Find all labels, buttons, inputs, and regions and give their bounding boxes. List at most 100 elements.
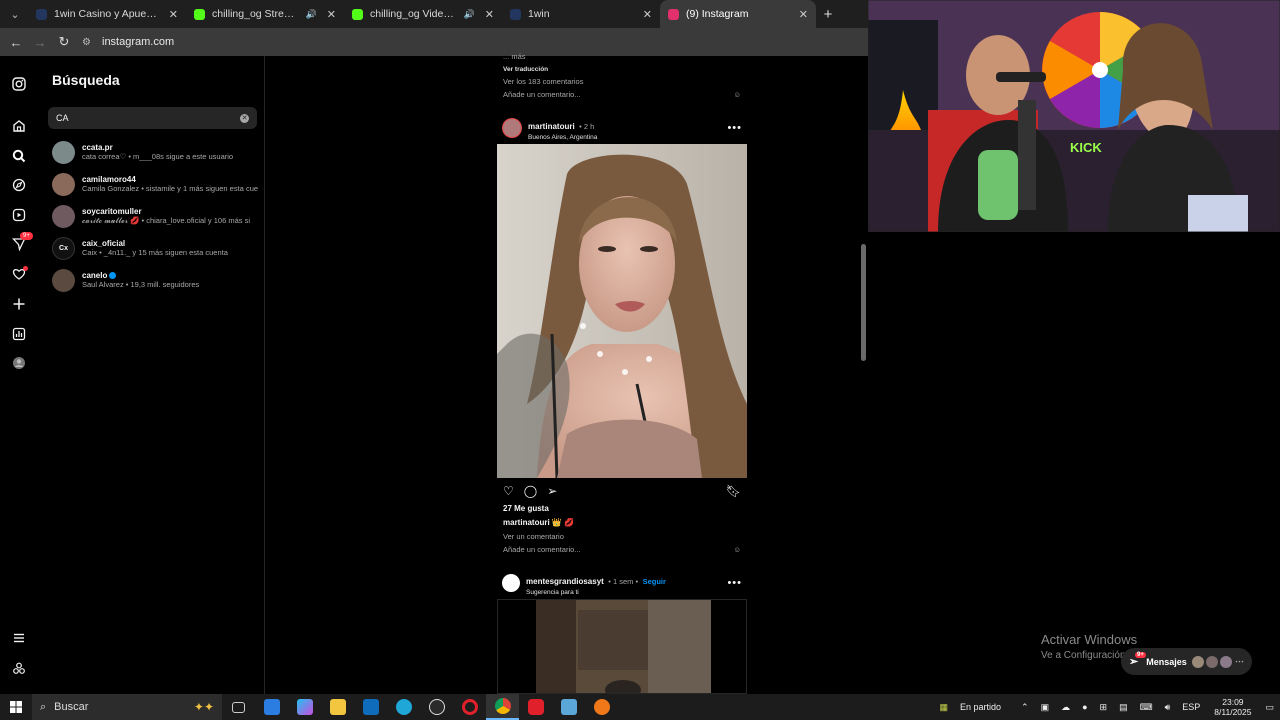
share-icon[interactable]: ➢ — [547, 484, 557, 498]
view-comments-link[interactable]: Ver un comentario — [503, 532, 564, 541]
explore-compass-icon[interactable] — [11, 177, 27, 193]
reload-icon[interactable]: ↻ — [52, 34, 76, 50]
messages-popup-button[interactable]: ➢ 9+ Mensajes ⋯ — [1121, 648, 1252, 675]
post-username[interactable]: mentesgrandiosasyt — [526, 577, 604, 586]
more-link[interactable]: ... más — [503, 52, 526, 61]
cloud-icon[interactable]: ☁ — [1061, 702, 1070, 713]
copilot-icon[interactable] — [288, 694, 321, 720]
windows-taskbar: ⌕ Buscar ✦✦ ▦ En partido ⌃ ▣ ☁ ● ⊞ ▤ ⌨ 🔊… — [0, 694, 1280, 720]
comment-icon[interactable]: ◯ — [524, 484, 537, 498]
tab-title: 1win Casino y Apuestas Deport — [54, 8, 159, 20]
more-options-icon[interactable]: ••• — [727, 122, 742, 134]
site-info-icon[interactable]: ⚙ — [82, 37, 96, 48]
volume-icon[interactable]: 🔊︎ — [1165, 702, 1171, 713]
tab-1win-casino[interactable]: 1win Casino y Apuestas Deport ✕ — [28, 0, 186, 28]
avatar[interactable] — [502, 574, 520, 592]
emoji-icon[interactable]: ☺ — [733, 545, 741, 554]
page-scrollbar[interactable] — [858, 56, 868, 694]
search-result[interactable]: camilamoro44 Camila Gonzalez • sistamile… — [52, 171, 262, 197]
reels-icon[interactable] — [11, 207, 27, 223]
threads-icon[interactable] — [11, 660, 27, 676]
taskbar-search-field[interactable]: ⌕ Buscar ✦✦ — [32, 694, 222, 720]
caix-logo-avatar: Cx — [52, 236, 75, 260]
dashboard-icon[interactable] — [11, 326, 27, 342]
post-username[interactable]: martinatouri — [528, 122, 575, 131]
url-field[interactable]: ⚙ instagram.com — [82, 31, 868, 53]
view-comments-link[interactable]: Ver los 183 comentarios — [503, 77, 583, 86]
windows-start-icon[interactable] — [0, 701, 32, 713]
close-tab-icon[interactable]: ✕ — [643, 8, 652, 21]
scrollbar-thumb[interactable] — [861, 244, 866, 361]
instagram-favicon-icon — [668, 8, 679, 20]
network-icon[interactable]: ⌨ — [1140, 702, 1153, 713]
audio-playing-icon[interactable]: 🔊 — [306, 9, 317, 20]
clock-time: 23:09 — [1222, 697, 1244, 707]
close-tab-icon[interactable]: ✕ — [169, 8, 178, 21]
tab-instagram[interactable]: (9) Instagram ✕ — [660, 0, 816, 28]
close-tab-icon[interactable]: ✕ — [327, 8, 336, 21]
instagram-logo-icon[interactable] — [11, 76, 27, 92]
audio-playing-icon[interactable]: 🔊 — [464, 9, 475, 20]
add-comment-field[interactable]: Añade un comentario... ☺ — [503, 545, 741, 554]
search-result[interactable]: ccata.pr cata correa♡ • m___08s sigue a … — [52, 139, 262, 165]
new-tab-icon[interactable]: + — [816, 6, 840, 23]
task-view-icon[interactable] — [222, 694, 255, 720]
app-orange-icon[interactable] — [585, 694, 618, 720]
forward-arrow-icon[interactable]: → — [28, 35, 52, 50]
tab-1win[interactable]: 1win ✕ — [502, 0, 660, 28]
search-result[interactable]: Cx caix_oficial Caix • _4n11._ y 15 más … — [52, 235, 262, 261]
clear-search-icon[interactable]: ✕ — [240, 113, 249, 123]
post-location[interactable]: Buenos Aires, Argentina — [528, 134, 597, 141]
language-indicator[interactable]: ESP — [1182, 702, 1200, 712]
mic-icon[interactable]: ● — [1082, 702, 1087, 712]
more-options-icon[interactable]: ••• — [727, 577, 742, 589]
create-plus-icon[interactable] — [11, 296, 27, 312]
post-time: • 1 sem • — [608, 576, 639, 586]
menu-hamburger-icon[interactable] — [11, 630, 27, 646]
microsoft-store-icon[interactable] — [255, 694, 288, 720]
follow-button[interactable]: Seguir — [643, 577, 666, 586]
avatar[interactable] — [502, 118, 522, 138]
clock[interactable]: 23:09 8/11/2025 — [1214, 697, 1251, 717]
opera-icon[interactable] — [519, 694, 552, 720]
search-panel: Búsqueda CA ✕ ccata.pr cata correa♡ • m_… — [38, 56, 265, 694]
show-hidden-icons-chevron-icon[interactable]: ⌃ — [1021, 702, 1029, 713]
post-photo[interactable] — [497, 144, 747, 478]
tab-chilling-videos[interactable]: chilling_og Videos - Watch 🔊 ✕ — [344, 0, 502, 28]
weather-text[interactable]: En partido — [960, 702, 1001, 712]
tab-chilling-stream[interactable]: chilling_og Stream - Watch 🔊 ✕ — [186, 0, 344, 28]
app-icon[interactable] — [552, 694, 585, 720]
avatar — [52, 172, 75, 196]
post-photo[interactable] — [497, 599, 747, 694]
tray-app-icon[interactable]: ⊞ — [1100, 702, 1108, 713]
chrome-icon[interactable] — [486, 694, 519, 720]
opera-gx-icon[interactable] — [453, 694, 486, 720]
back-arrow-icon[interactable]: ← — [4, 35, 28, 50]
clock-date: 8/11/2025 — [1214, 707, 1252, 717]
search-result[interactable]: soycaritomuller 𝓬𝓪𝓻𝓲𝓽𝓸 𝓶𝓾𝓵𝓵𝓮𝓻 💋 • chiara… — [52, 203, 262, 229]
likes-count[interactable]: 27 Me gusta — [503, 504, 549, 513]
emoji-icon[interactable]: ☺ — [733, 90, 741, 99]
tray-app-icon[interactable]: ▤ — [1119, 702, 1128, 713]
result-subtitle: Caix • _4n11._ y 15 más siguen esta cuen… — [82, 248, 228, 257]
tray-app-icon[interactable]: ▣ — [1041, 702, 1050, 713]
like-heart-icon[interactable]: ♡ — [503, 484, 514, 498]
close-tab-icon[interactable]: ✕ — [799, 8, 808, 21]
see-translation-link[interactable]: Ver traducción — [503, 66, 548, 73]
search-icon[interactable] — [11, 148, 27, 164]
search-result[interactable]: canelo Saul Alvarez • 19,3 mill. seguido… — [52, 267, 262, 293]
outlook-icon[interactable] — [354, 694, 387, 720]
file-explorer-icon[interactable] — [321, 694, 354, 720]
edge-icon[interactable] — [387, 694, 420, 720]
obs-icon[interactable] — [420, 694, 453, 720]
weather-icon[interactable]: ▦ — [940, 702, 949, 713]
save-bookmark-icon[interactable]: 🔖︎ — [726, 484, 741, 498]
close-tab-icon[interactable]: ✕ — [485, 8, 494, 21]
tab-search-menu-icon[interactable]: ⌄ — [2, 4, 28, 24]
caption-username[interactable]: martinatouri — [503, 518, 550, 527]
search-input[interactable]: CA ✕ — [48, 107, 257, 129]
home-icon[interactable] — [11, 118, 27, 134]
profile-avatar[interactable] — [11, 355, 27, 371]
notification-center-icon[interactable]: ▭ — [1265, 702, 1274, 713]
add-comment-field[interactable]: Añade un comentario... ☺ — [503, 90, 741, 99]
